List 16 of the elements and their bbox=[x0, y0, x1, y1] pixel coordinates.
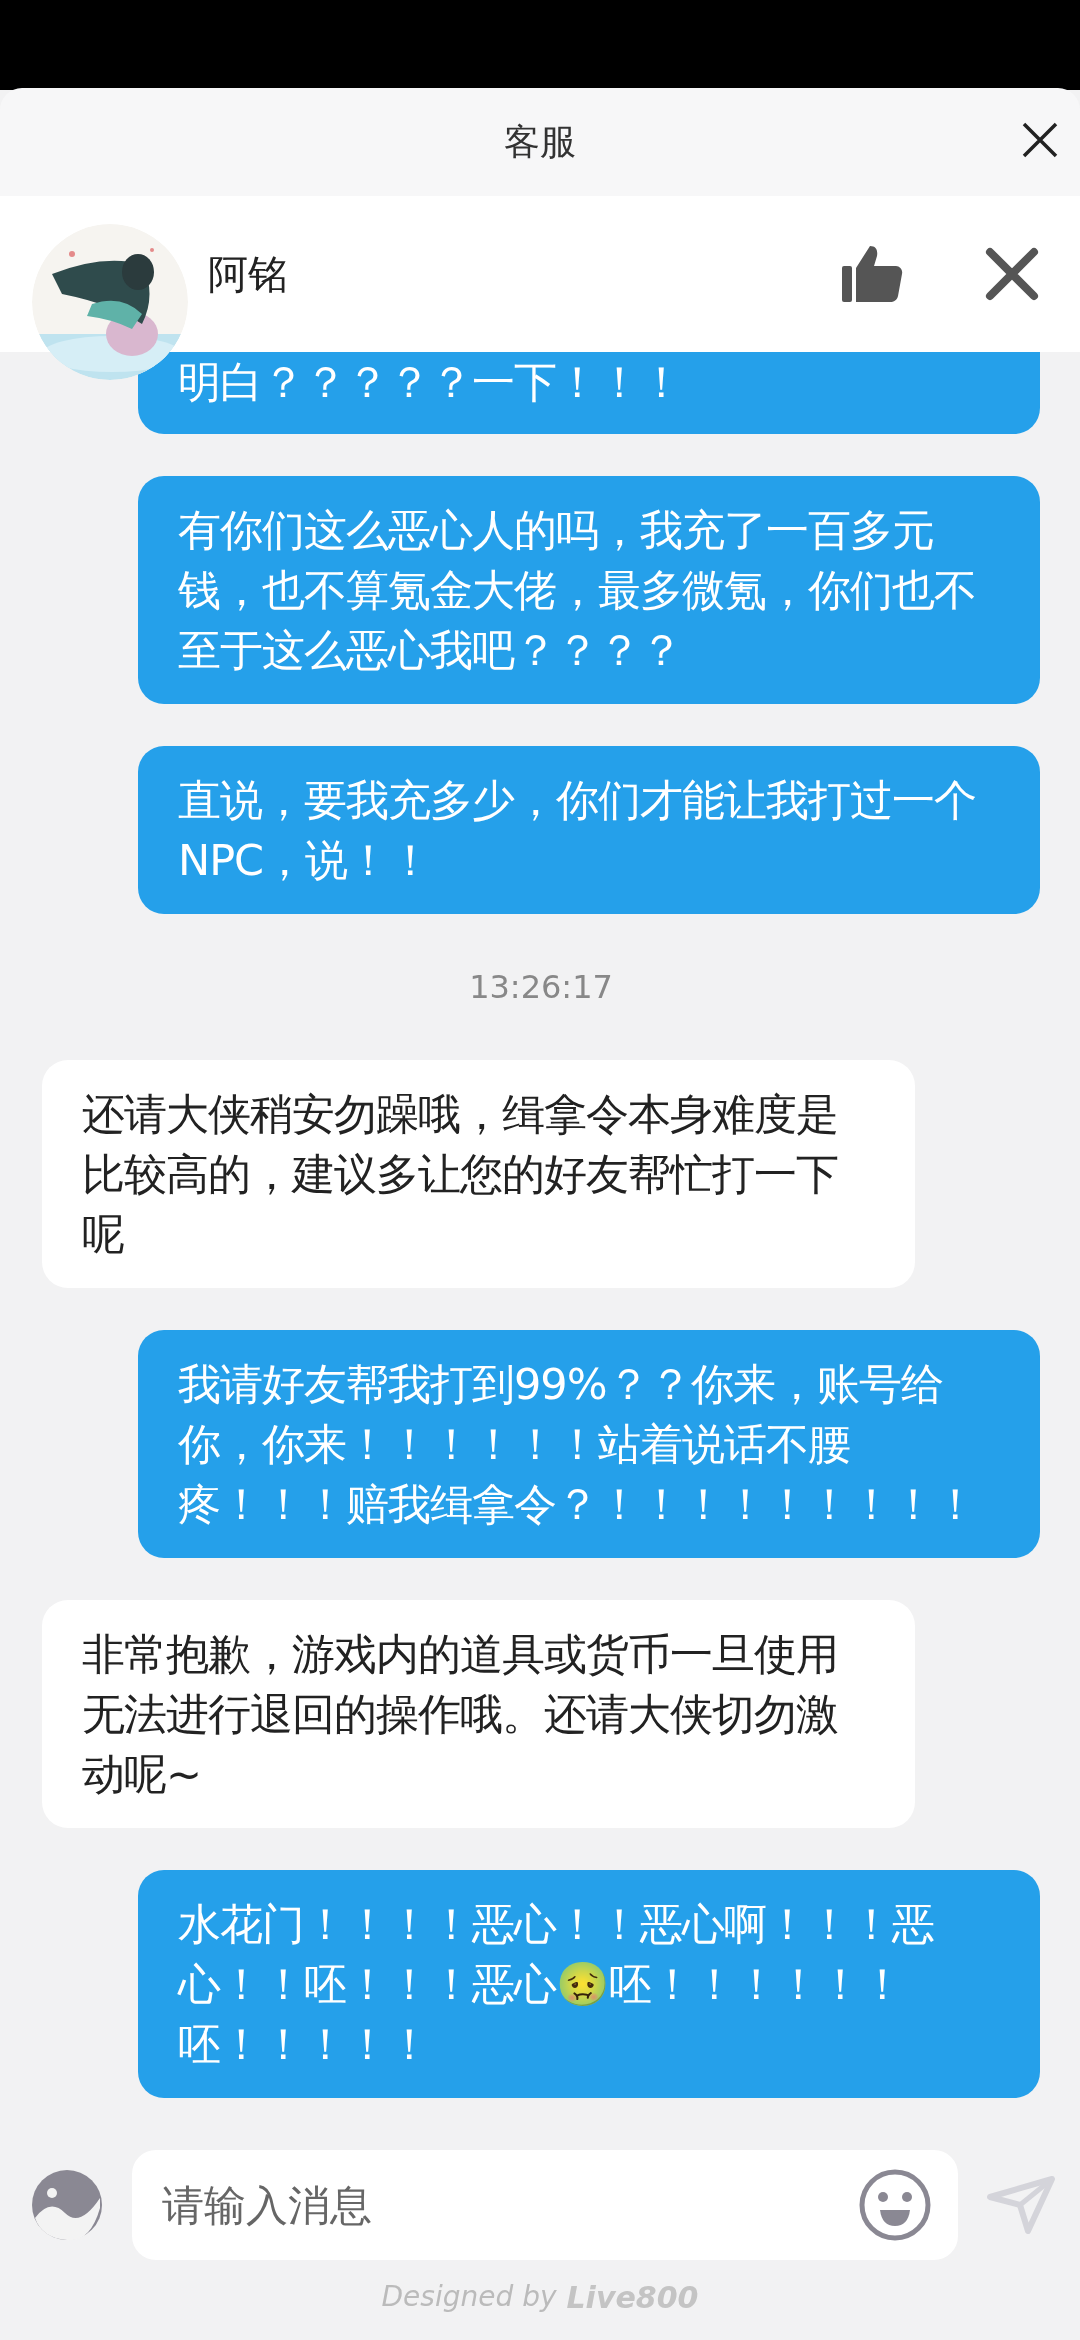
emoji-icon[interactable] bbox=[858, 2168, 932, 2242]
sent-message: 明白？？？？？一下！！！ bbox=[138, 352, 1040, 434]
footer-credit: Designed by bbox=[381, 2280, 557, 2313]
window-title: 客服 bbox=[504, 119, 576, 164]
sent-message: 我请好友帮我打到99%？？你来，账号给你，你来！！！！！！站着说话不腰疼！！！赔我缉拿令？！！！！！！！！！ bbox=[138, 1330, 1040, 1558]
sent-message: 直说，要我充多少，你们才能让我打过一个NPC，说！！ bbox=[138, 746, 1040, 914]
message-input[interactable]: 请输入消息 bbox=[132, 2150, 958, 2260]
agent-name: 阿铭 bbox=[208, 249, 289, 299]
close-button[interactable] bbox=[1020, 120, 1060, 160]
timestamp: 13:26:17 bbox=[469, 968, 613, 1006]
received-message: 还请大侠稍安勿躁哦，缉拿令本身难度是比较高的，建议多让您的好友帮忙打一下呢 bbox=[42, 1060, 915, 1288]
received-message: 非常抱歉，游戏内的道具或货币一旦使用无法进行退回的操作哦。还请大侠切勿激动呢~ bbox=[42, 1600, 915, 1828]
close-button[interactable] bbox=[984, 246, 1040, 302]
sent-message: 有你们这么恶心人的吗，我充了一百多元钱，也不算氪金大佬，最多微氪，你们也不至于这么恶心我吧？？？？ bbox=[138, 476, 1040, 704]
image-button[interactable] bbox=[30, 2168, 104, 2242]
sent-message: 水花门！！！！恶心！！恶心啊！！！恶心！！呸！！！恶心🤢呸！！！！！！呸！！！！！ bbox=[138, 1870, 1040, 2098]
